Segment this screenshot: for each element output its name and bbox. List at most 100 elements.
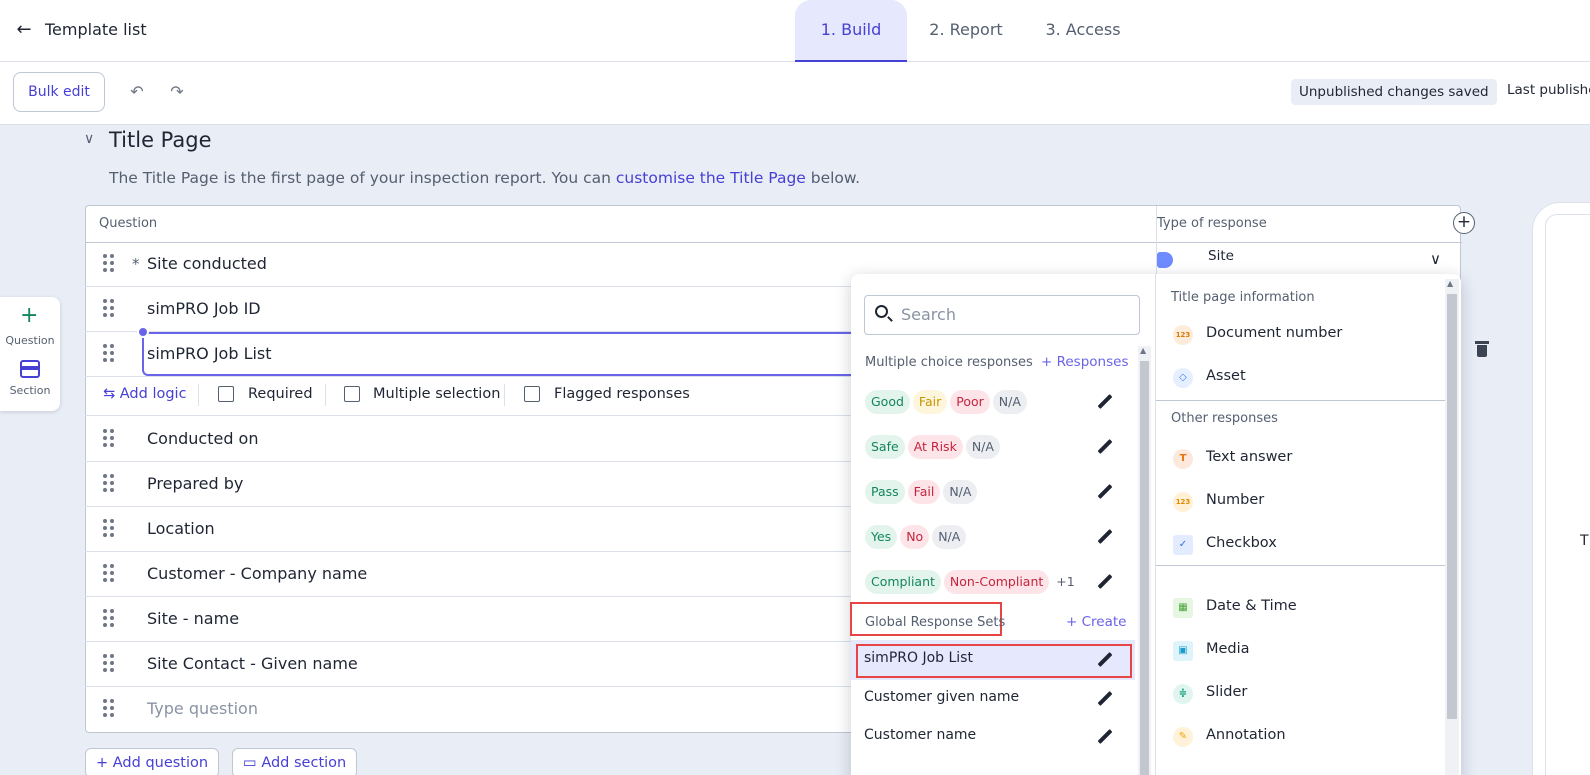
- edit-pencil-icon[interactable]: [1097, 691, 1113, 707]
- response-pill: Poor: [950, 390, 990, 414]
- edit-pencil-icon[interactable]: [1097, 574, 1113, 590]
- tab-report[interactable]: 2. Report: [917, 0, 1015, 62]
- search-placeholder: Search: [901, 305, 956, 324]
- response-pill: Yes: [865, 525, 898, 549]
- preview-text: T: [1580, 533, 1589, 549]
- question-label[interactable]: Location: [147, 519, 215, 538]
- question-label[interactable]: Site conducted: [147, 254, 267, 273]
- dropdown-left-pane: Search Multiple choice responses + Respo…: [850, 274, 1154, 775]
- undo-icon[interactable]: ↶: [125, 80, 149, 104]
- edit-pencil-icon[interactable]: [1097, 439, 1113, 455]
- create-link[interactable]: + Create: [1066, 614, 1126, 630]
- edit-pencil-icon[interactable]: [1097, 729, 1113, 745]
- global-set-item[interactable]: Customer given name: [864, 689, 1019, 705]
- response-pill: At Risk: [907, 435, 963, 459]
- response-set-safe-atrisk[interactable]: Safe At Risk N/A: [865, 435, 1003, 459]
- question-label[interactable]: simPRO Job ID: [147, 299, 261, 318]
- search-input[interactable]: Search: [864, 295, 1140, 335]
- other-responses-header: Other responses: [1171, 411, 1278, 426]
- drag-handle-icon[interactable]: [103, 299, 115, 319]
- divider: [198, 384, 199, 406]
- response-type-value[interactable]: Site: [1208, 248, 1234, 264]
- media-icon: ▣: [1173, 641, 1193, 661]
- add-question-button[interactable]: + Add question: [85, 748, 220, 775]
- add-column-icon[interactable]: +: [1453, 212, 1475, 234]
- global-set-item[interactable]: simPRO Job List: [864, 650, 973, 666]
- divider: [1156, 565, 1445, 566]
- scrollbar[interactable]: ▲: [1445, 279, 1459, 775]
- response-column-header: Type of response: [1157, 216, 1267, 231]
- response-set-pass-fail[interactable]: Pass Fail N/A: [865, 480, 980, 504]
- collapse-chevron-icon[interactable]: ∨: [84, 131, 94, 147]
- bulk-edit-button[interactable]: Bulk edit: [13, 72, 105, 112]
- back-arrow-icon[interactable]: ←: [12, 18, 36, 42]
- divider: [325, 384, 326, 406]
- drag-handle-icon[interactable]: [103, 429, 115, 449]
- response-pill: N/A: [965, 435, 1000, 459]
- response-pill: Fair: [912, 390, 948, 414]
- edit-pencil-icon[interactable]: [1097, 529, 1113, 545]
- drag-handle-icon[interactable]: [103, 519, 115, 539]
- response-pill: Fail: [907, 480, 941, 504]
- question-label[interactable]: Conducted on: [147, 429, 258, 448]
- tab-access[interactable]: 3. Access: [1033, 0, 1133, 62]
- response-pill: Non-Compliant: [943, 570, 1050, 594]
- checkbox-icon: ✓: [1173, 535, 1193, 555]
- drag-handle-icon[interactable]: [103, 654, 115, 674]
- type-question-input[interactable]: Type question: [147, 699, 258, 718]
- drag-handle-icon[interactable]: [103, 609, 115, 629]
- more-count: +1: [1056, 574, 1075, 589]
- edit-pencil-icon[interactable]: [1097, 394, 1113, 410]
- edit-pencil-icon[interactable]: [1097, 484, 1113, 500]
- section-title[interactable]: Title Page: [109, 128, 212, 152]
- dropdown-right-pane: Title page information 123 Document numb…: [1155, 274, 1461, 775]
- drag-handle-icon[interactable]: [103, 474, 115, 494]
- global-set-item[interactable]: Customer name: [864, 727, 976, 743]
- response-pill: Safe: [865, 435, 905, 459]
- scrollbar[interactable]: ▲: [1138, 346, 1151, 775]
- drag-handle-icon[interactable]: [103, 344, 115, 364]
- add-section-label[interactable]: Section: [0, 384, 60, 397]
- drag-handle-icon[interactable]: [103, 564, 115, 584]
- divider: [504, 384, 505, 406]
- calendar-icon: ▦: [1173, 598, 1193, 618]
- add-section-button[interactable]: ▭ Add section: [232, 748, 358, 775]
- response-type-dropdown: Search Multiple choice responses + Respo…: [850, 274, 1461, 775]
- tab-build[interactable]: 1. Build: [795, 0, 907, 62]
- drag-handle-icon[interactable]: [103, 254, 115, 274]
- phone-preview-screen: [1545, 214, 1590, 775]
- response-pill: Good: [865, 390, 910, 414]
- response-set-compliant[interactable]: Compliant Non-Compliant +1: [865, 570, 1075, 594]
- flagged-responses-checkbox[interactable]: [524, 386, 540, 402]
- slider-icon: ≑: [1173, 684, 1193, 704]
- template-list-link[interactable]: Template list: [45, 20, 147, 39]
- add-question-icon[interactable]: +: [20, 303, 38, 328]
- redo-icon[interactable]: ↷: [165, 80, 189, 104]
- top-bar: ← Template list 1. Build 2. Report 3. Ac…: [0, 0, 1590, 62]
- drag-handle-icon[interactable]: [103, 699, 115, 719]
- title-page-info-header: Title page information: [1171, 290, 1315, 305]
- status-badge: Unpublished changes saved: [1291, 79, 1497, 105]
- add-section-icon[interactable]: [20, 360, 40, 378]
- question-label[interactable]: Site Contact - Given name: [147, 654, 358, 673]
- global-response-sets-header: Global Response Sets: [865, 615, 1006, 630]
- add-logic-button[interactable]: ⇆ Add logic: [103, 386, 187, 402]
- multiple-selection-checkbox[interactable]: [344, 386, 360, 402]
- response-set-good-fair-poor[interactable]: Good Fair Poor N/A: [865, 390, 1030, 414]
- add-responses-link[interactable]: + Responses: [1041, 354, 1128, 370]
- active-row-marker: [137, 326, 149, 338]
- flagged-responses-label: Flagged responses: [554, 386, 690, 402]
- question-label[interactable]: Prepared by: [147, 474, 243, 493]
- question-label[interactable]: Customer - Company name: [147, 564, 367, 583]
- customise-title-page-link[interactable]: customise the Title Page: [616, 169, 806, 187]
- delete-icon[interactable]: [1475, 341, 1489, 357]
- required-asterisk: *: [132, 255, 140, 273]
- question-label[interactable]: Site - name: [147, 609, 239, 628]
- chevron-down-icon[interactable]: ∨: [1430, 250, 1441, 268]
- response-set-yes-no[interactable]: Yes No N/A: [865, 525, 969, 549]
- add-question-label[interactable]: Question: [0, 334, 60, 347]
- required-checkbox[interactable]: [218, 386, 234, 402]
- question-input[interactable]: simPRO Job List: [147, 344, 272, 363]
- edit-pencil-icon[interactable]: [1097, 652, 1113, 668]
- number-icon: 123: [1173, 325, 1193, 345]
